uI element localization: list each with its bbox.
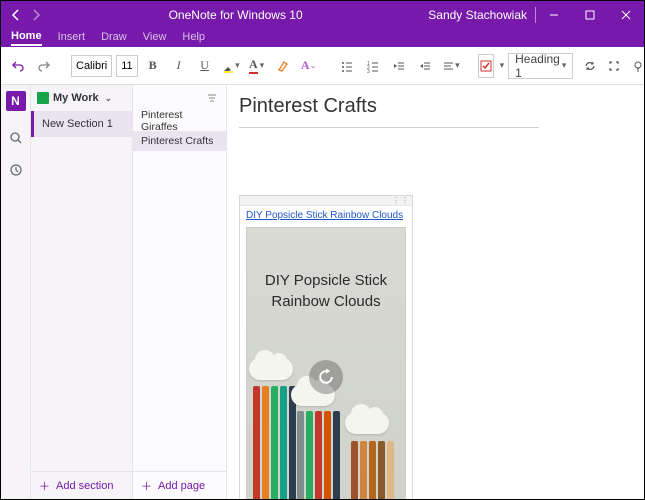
font-name-value: Calibri bbox=[76, 60, 107, 72]
title-bar: OneNote for Windows 10 Sandy Stachowiak bbox=[1, 1, 644, 29]
page-title[interactable]: Pinterest Crafts bbox=[239, 95, 377, 118]
notebook-color-icon bbox=[37, 92, 49, 104]
image-caption: DIY Popsicle Stick Rainbow Clouds bbox=[247, 270, 405, 312]
page-canvas[interactable]: Pinterest Crafts ⋮⋮ DIY Popsicle Stick R… bbox=[227, 85, 644, 499]
minimize-button[interactable] bbox=[536, 1, 572, 29]
nav-rail: N bbox=[1, 85, 31, 499]
menu-bar: Home Insert Draw View Help bbox=[1, 29, 644, 47]
tab-draw[interactable]: Draw bbox=[101, 31, 127, 45]
page-label: Pinterest Crafts bbox=[141, 135, 213, 147]
page-item[interactable]: Pinterest Crafts bbox=[133, 131, 226, 151]
recent-icon[interactable] bbox=[7, 161, 25, 179]
bold-button[interactable]: B bbox=[142, 53, 164, 79]
sections-pane: My Work ⌄ New Section 1 ＋ Add section bbox=[31, 85, 133, 499]
section-item[interactable]: New Section 1 bbox=[31, 111, 132, 137]
image-caption-line: DIY Popsicle Stick bbox=[247, 270, 405, 291]
container-handle[interactable]: ⋮⋮ bbox=[240, 196, 412, 206]
tab-home[interactable]: Home bbox=[11, 30, 42, 46]
underline-button[interactable]: U bbox=[194, 53, 216, 79]
numbering-button[interactable]: 123 bbox=[362, 53, 384, 79]
forward-button[interactable] bbox=[29, 8, 43, 22]
highlight-button[interactable]: ▾ bbox=[220, 53, 242, 79]
image-caption-line: Rainbow Clouds bbox=[247, 291, 405, 312]
undo-button[interactable] bbox=[7, 53, 29, 79]
filter-icon bbox=[206, 92, 218, 104]
heading-style-value: Heading 1 bbox=[515, 52, 560, 80]
font-name-select[interactable]: Calibri bbox=[71, 55, 112, 77]
tab-view[interactable]: View bbox=[143, 31, 167, 45]
sync-icon[interactable] bbox=[581, 57, 599, 75]
font-size-value: 11 bbox=[121, 60, 132, 72]
add-page-label: Add page bbox=[158, 480, 205, 492]
redo-button[interactable] bbox=[33, 53, 55, 79]
clear-format-button[interactable] bbox=[272, 53, 294, 79]
outdent-button[interactable] bbox=[388, 53, 410, 79]
tab-insert[interactable]: Insert bbox=[58, 31, 86, 45]
grip-icon: ⋮⋮ bbox=[392, 196, 410, 205]
user-name[interactable]: Sandy Stachowiak bbox=[420, 8, 535, 22]
format-painter-button[interactable]: A⌄ bbox=[298, 53, 320, 79]
page-label: Pinterest Giraffes bbox=[141, 109, 218, 133]
add-section-label: Add section bbox=[56, 480, 113, 492]
indent-button[interactable] bbox=[414, 53, 436, 79]
refresh-overlay-icon[interactable] bbox=[309, 360, 343, 394]
notebook-picker[interactable]: My Work ⌄ bbox=[31, 85, 132, 111]
search-icon[interactable] bbox=[7, 129, 25, 147]
todo-tag-button[interactable] bbox=[478, 54, 494, 78]
add-page-button[interactable]: ＋ Add page bbox=[133, 471, 226, 499]
italic-button[interactable]: I bbox=[168, 53, 190, 79]
title-underline bbox=[239, 127, 539, 128]
ribbon: Calibri 11 B I U ▾ A▾ A⌄ 123 ▾ ▾ Heading… bbox=[1, 47, 644, 85]
ribbon-right: Share … bbox=[581, 57, 645, 75]
pages-pane: Pinterest Giraffes Pinterest Crafts ＋ Ad… bbox=[133, 85, 227, 499]
tab-help[interactable]: Help bbox=[182, 31, 205, 45]
section-label: New Section 1 bbox=[42, 118, 113, 130]
heading-style-select[interactable]: Heading 1 ▾ bbox=[508, 53, 573, 79]
maximize-button[interactable] bbox=[572, 1, 608, 29]
back-button[interactable] bbox=[9, 8, 23, 22]
clip-link[interactable]: DIY Popsicle Stick Rainbow Clouds bbox=[240, 206, 412, 225]
fullscreen-icon[interactable] bbox=[605, 57, 623, 75]
close-button[interactable] bbox=[608, 1, 644, 29]
pages-sort-button[interactable] bbox=[133, 85, 226, 111]
align-button[interactable]: ▾ bbox=[440, 53, 462, 79]
notebook-label: My Work bbox=[53, 92, 99, 104]
onenote-logo-icon[interactable]: N bbox=[6, 91, 26, 111]
chevron-down-icon: ▾ bbox=[562, 60, 567, 71]
bullets-button[interactable] bbox=[336, 53, 358, 79]
svg-text:3: 3 bbox=[367, 69, 370, 73]
font-color-button[interactable]: A▾ bbox=[246, 53, 268, 79]
app-title: OneNote for Windows 10 bbox=[51, 8, 420, 22]
plus-icon: ＋ bbox=[39, 478, 50, 494]
font-size-select[interactable]: 11 bbox=[116, 55, 137, 77]
lightbulb-icon[interactable] bbox=[629, 57, 645, 75]
page-item[interactable]: Pinterest Giraffes bbox=[133, 111, 226, 131]
content-container[interactable]: ⋮⋮ DIY Popsicle Stick Rainbow Clouds DIY… bbox=[239, 195, 413, 499]
chevron-down-icon: ⌄ bbox=[105, 93, 113, 104]
plus-icon: ＋ bbox=[141, 478, 152, 494]
add-section-button[interactable]: ＋ Add section bbox=[31, 471, 132, 499]
chevron-down-icon[interactable]: ▾ bbox=[500, 60, 505, 71]
clipped-image[interactable]: DIY Popsicle Stick Rainbow Clouds bbox=[246, 227, 406, 499]
